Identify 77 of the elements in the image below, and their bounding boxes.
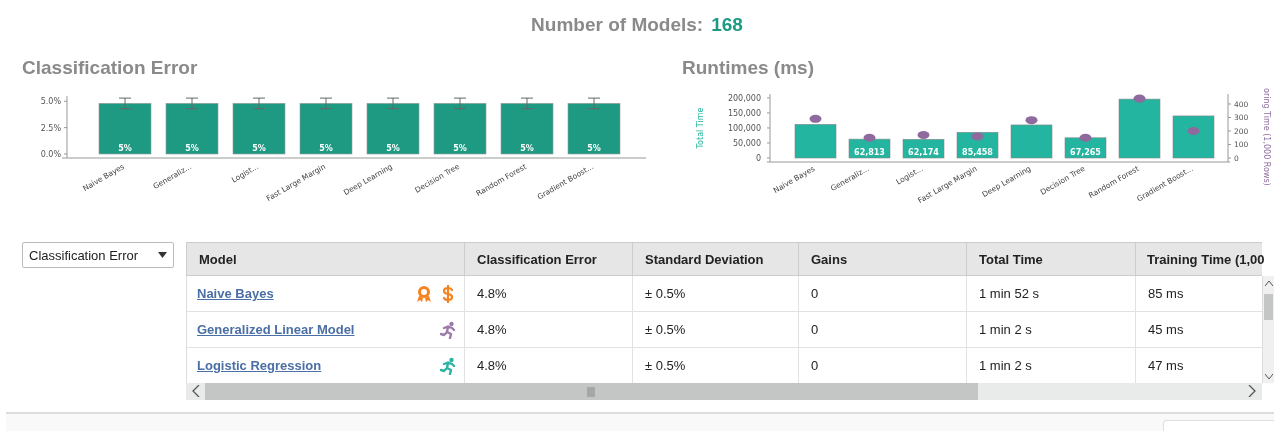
vertical-scrollbar[interactable]	[1262, 276, 1274, 383]
y-axis-title: Total Time	[696, 107, 705, 149]
column-header[interactable]: Classification Error	[464, 243, 632, 275]
bar	[165, 103, 219, 155]
bar	[299, 103, 353, 155]
grip-icon	[587, 386, 596, 397]
bar	[848, 138, 891, 159]
y-tick-label: 100,000	[727, 123, 761, 133]
y-axis	[766, 93, 771, 163]
bar	[1064, 137, 1107, 159]
table-cell: 4.8%	[464, 312, 632, 347]
bar-value-label: 62,813	[854, 148, 885, 157]
y-tick-label: 150,000	[727, 108, 761, 118]
bar-value-label: 5%	[587, 144, 601, 153]
bar-value-label: 5%	[319, 144, 333, 153]
y-tick-label: 5.0%	[40, 97, 61, 107]
column-header[interactable]: Standard Deviation	[632, 243, 798, 275]
horizontal-scrollbar[interactable]	[186, 383, 1262, 400]
model-link[interactable]: Naive Bayes	[197, 286, 274, 301]
bar	[1118, 98, 1161, 159]
models-label: Number of Models:	[531, 13, 704, 37]
metric-dropdown[interactable]: Classification Error	[22, 242, 174, 268]
bar	[1010, 124, 1053, 159]
bar	[500, 103, 554, 155]
bar-value-label: 5%	[252, 144, 266, 153]
data-point	[917, 131, 930, 140]
bar-value-label: 5%	[118, 144, 132, 153]
data-point	[971, 132, 984, 141]
y-tick-label: 0	[755, 154, 761, 163]
column-header[interactable]: Training Time (1,00	[1135, 243, 1263, 275]
model-link[interactable]: Logistic Regression	[197, 358, 322, 373]
y-tick-label: 200,000	[727, 93, 761, 103]
y-axis-title: oring Time (1,000 Rows)	[1262, 88, 1271, 186]
chart-title: Runtimes (ms)	[682, 56, 814, 80]
caret-icon	[158, 252, 167, 258]
table-cell: ± 0.5%	[632, 312, 798, 347]
column-header[interactable]: Model	[187, 243, 464, 275]
bar	[433, 103, 487, 155]
table-cell: 0	[798, 276, 966, 311]
data-point	[809, 114, 822, 123]
y-tick-label: 2.5%	[40, 123, 61, 133]
bar-value-label: 85,458	[962, 148, 993, 157]
model-link[interactable]: Generalized Linear Model	[197, 322, 355, 337]
bar	[567, 103, 621, 155]
data-point	[1133, 94, 1146, 103]
bar	[366, 103, 420, 155]
scrollbar-thumb[interactable]	[1264, 294, 1273, 320]
bar	[98, 103, 152, 155]
bar	[1172, 115, 1215, 159]
bar-value-label: 67,265	[1070, 148, 1101, 157]
y-tick-label: 50,000	[733, 139, 761, 148]
scrollbar-thumb[interactable]	[205, 383, 978, 400]
secondary-y-axis	[1227, 93, 1232, 163]
table-cell: 0	[798, 312, 966, 347]
table-cell: 4.8%	[464, 276, 632, 311]
bar	[956, 132, 999, 159]
data-point	[1079, 133, 1092, 142]
column-header[interactable]: Total Time	[966, 243, 1135, 275]
table-cell: 1 min 2 s	[966, 312, 1135, 347]
y-axis	[63, 95, 68, 159]
data-point	[863, 133, 876, 142]
bar-value-label: 62,174	[908, 148, 939, 157]
table-cell: 1 min 52 s	[966, 276, 1135, 311]
bar-value-label: 5%	[185, 144, 199, 153]
column-header[interactable]: Gains	[798, 243, 966, 275]
bar	[902, 139, 945, 159]
table-cell: ± 0.5%	[632, 276, 798, 311]
chart-title: Classification Error	[22, 56, 198, 80]
models-count: 168	[711, 13, 743, 37]
bar	[794, 124, 837, 159]
y-tick-label: 0.0%	[40, 150, 61, 159]
data-point	[1187, 127, 1200, 135]
bar-value-label: 5%	[520, 144, 534, 153]
bar-value-label: 5%	[453, 144, 467, 153]
data-point	[1025, 116, 1038, 125]
bar-value-label: 5%	[386, 144, 400, 153]
bar	[232, 103, 286, 155]
